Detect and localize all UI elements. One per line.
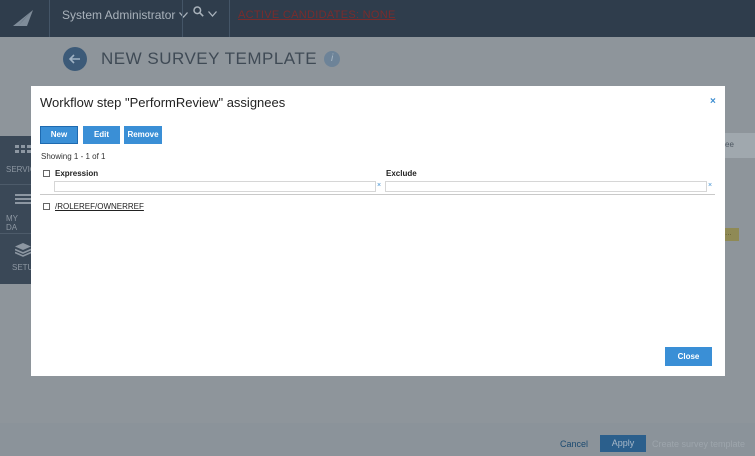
nav-item-services[interactable]: SERVIC — [0, 136, 36, 185]
expression-link[interactable]: /ROLEREF/OWNERREF — [55, 202, 144, 211]
app-logo-icon[interactable] — [12, 8, 34, 28]
assignees-dialog: Workflow step "PerformReview" assignees … — [31, 86, 725, 376]
expression-filter-input[interactable] — [54, 181, 376, 192]
nav-item-my-dashboard[interactable]: MY DA — [0, 185, 31, 234]
info-icon[interactable]: i — [324, 51, 341, 67]
menu-lines-icon — [15, 194, 31, 204]
cancel-button[interactable]: Cancel — [560, 439, 588, 449]
active-candidates-link[interactable]: ACTIVE CANDIDATES: NONE — [238, 9, 396, 21]
page-header: NEW SURVEY TEMPLATE i — [63, 47, 341, 71]
top-bar: System Administrator ACTIVE CANDIDATES: … — [0, 0, 755, 37]
chevron-down-icon — [208, 10, 217, 17]
layers-icon — [15, 243, 31, 257]
clear-filter-icon[interactable]: × — [377, 182, 381, 189]
search-icon — [193, 6, 204, 17]
exclude-filter-input[interactable] — [385, 181, 707, 192]
arrow-left-icon — [69, 54, 80, 64]
grid-icon — [15, 145, 31, 153]
nav-item-label: MY DA — [6, 214, 18, 232]
remove-button[interactable]: Remove — [124, 126, 162, 144]
chevron-down-icon — [179, 12, 189, 18]
new-button[interactable]: New — [40, 126, 78, 144]
apply-button[interactable]: Apply — [600, 435, 646, 452]
topbar-divider — [182, 0, 183, 37]
row-checkbox[interactable] — [43, 203, 50, 210]
create-survey-template-button[interactable]: Create survey template — [652, 439, 745, 449]
topbar-divider — [49, 0, 50, 37]
background-badge-fragment: ... — [725, 228, 739, 241]
user-menu-label: System Administrator — [62, 8, 176, 22]
background-panel-fragment: ee — [725, 133, 755, 158]
result-count: Showing 1 - 1 of 1 — [41, 152, 106, 161]
column-header-expression[interactable]: Expression — [55, 169, 98, 178]
clear-filter-icon[interactable]: × — [708, 182, 712, 189]
select-all-checkbox[interactable] — [43, 170, 50, 177]
user-menu[interactable]: System Administrator — [62, 8, 189, 22]
header-divider — [40, 194, 715, 195]
dialog-title: Workflow step "PerformReview" assignees — [40, 95, 286, 110]
topbar-divider — [229, 0, 230, 37]
close-icon[interactable]: × — [710, 96, 716, 107]
edit-button[interactable]: Edit — [83, 126, 120, 144]
nav-item-setup[interactable]: SETU — [0, 234, 33, 283]
left-navigation: SERVIC MY DA SETU — [0, 136, 36, 284]
close-button[interactable]: Close — [665, 347, 712, 366]
column-header-exclude[interactable]: Exclude — [386, 169, 417, 178]
search-menu[interactable] — [193, 6, 217, 17]
page-title: NEW SURVEY TEMPLATE — [101, 49, 318, 68]
back-button[interactable] — [63, 47, 87, 71]
